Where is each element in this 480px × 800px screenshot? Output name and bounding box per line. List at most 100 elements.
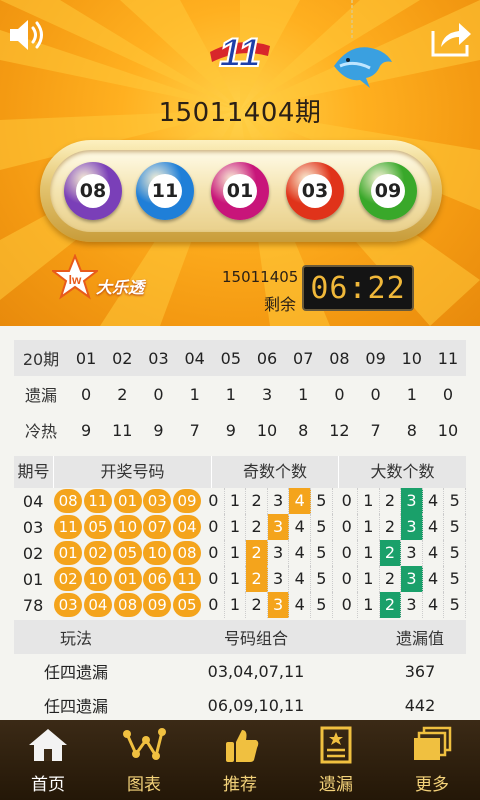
bottom-navigation: 首页 图表 推荐 遗漏 更多 <box>0 720 480 800</box>
big-count-cells: 012345 <box>336 488 466 514</box>
big-count-cell: 3 <box>401 592 423 618</box>
combo-play: 任四遗漏 <box>43 697 108 716</box>
chart-icon <box>123 728 166 760</box>
stats-number-header: 07 <box>293 348 314 368</box>
odd-count-cell: 4 <box>289 540 312 566</box>
stats-number-header: 02 <box>112 348 133 368</box>
big-count-cell: 4 <box>423 488 445 514</box>
history-ball: 10 <box>113 515 142 539</box>
stats-row-label: 冷热 <box>24 422 57 441</box>
speaker-icon <box>10 20 43 50</box>
big-count-cell: 2 <box>380 566 402 592</box>
lotto-type-logo[interactable]: lw 大乐透 <box>52 254 152 300</box>
odd-count-cell: 3 <box>268 566 290 592</box>
odd-count-cells: 012345 <box>203 488 333 514</box>
stats-value: 0 <box>334 384 345 404</box>
combo-miss-table: 玩法 号码组合 遗漏值 任四遗漏 03,04,07,11 367 任四遗漏 06… <box>14 620 466 722</box>
odd-count-cell: 0 <box>203 566 225 592</box>
dolphin-pendant-icon[interactable] <box>326 0 396 92</box>
stats-number-header: 10 <box>401 348 422 368</box>
big-count-cell: 0 <box>336 592 359 618</box>
history-issue: 01 <box>22 569 44 589</box>
stats-value: 1 <box>225 384 236 404</box>
stats-value: 1 <box>189 384 200 404</box>
more-icon <box>414 726 452 760</box>
history-ball: 04 <box>83 593 112 617</box>
combo-row[interactable]: 任四遗漏 03,04,07,11 367 <box>14 654 466 688</box>
big-count-cell: 5 <box>444 514 466 540</box>
odd-count-cell: 4 <box>289 488 312 514</box>
odd-count-cell: 2 <box>246 566 268 592</box>
stats-value: 7 <box>370 420 381 440</box>
lotto-name: 大乐透 <box>96 278 145 297</box>
history-ball: 09 <box>173 489 202 513</box>
history-ball: 11 <box>54 515 83 539</box>
odd-count-cell: 5 <box>311 514 333 540</box>
stats-value: 10 <box>437 420 459 440</box>
history-ball: 11 <box>173 567 202 591</box>
odd-count-cell: 0 <box>203 488 225 514</box>
history-col-issue: 期号 <box>14 456 54 488</box>
svg-text:lw: lw <box>69 273 82 287</box>
big-count-cells: 012345 <box>336 566 466 592</box>
nav-item-recommend[interactable]: 推荐 <box>192 720 288 800</box>
nav-item-chart[interactable]: 图表 <box>96 720 192 800</box>
stats-number-header: 09 <box>365 348 386 368</box>
countdown-timer: 06:22 <box>302 265 414 311</box>
big-count-cell: 3 <box>401 566 423 592</box>
history-ball: 08 <box>113 593 142 617</box>
odd-count-cell: 4 <box>289 566 312 592</box>
history-issue: 78 <box>22 595 44 615</box>
history-col-odd: 奇数个数 <box>212 456 339 488</box>
history-ball: 03 <box>54 593 83 617</box>
big-count-cell: 0 <box>336 488 359 514</box>
odd-count-cell: 3 <box>268 488 290 514</box>
stats-value: 3 <box>261 384 273 404</box>
history-row: 03 11 05 10 07 04 0 1 2 3 4 5 0 1 2 3 4 5 <box>14 514 466 540</box>
history-ball: 01 <box>113 489 142 513</box>
odd-count-cell: 5 <box>311 566 333 592</box>
odd-count-cell: 5 <box>311 592 333 618</box>
odd-count-cell: 1 <box>225 592 247 618</box>
odd-count-cell: 5 <box>311 540 333 566</box>
big-count-cell: 5 <box>444 566 466 592</box>
big-count-cell: 4 <box>423 514 445 540</box>
big-count-cell: 5 <box>444 488 466 514</box>
combo-row[interactable]: 任四遗漏 06,09,10,11 442 <box>14 688 466 722</box>
odd-count-cell: 2 <box>246 514 268 540</box>
combo-miss-value: 442 <box>404 695 436 715</box>
history-issue: 03 <box>22 517 44 537</box>
document-icon <box>320 726 352 764</box>
nav-item-home[interactable]: 首页 <box>0 720 96 800</box>
nav-item-more[interactable]: 更多 <box>384 720 480 800</box>
history-ball: 04 <box>173 515 202 539</box>
nav-label: 推荐 <box>223 775 257 795</box>
big-count-cells: 012345 <box>336 540 466 566</box>
big-count-cell: 3 <box>401 514 423 540</box>
stats-value: 9 <box>81 420 92 440</box>
big-count-cell: 1 <box>358 488 380 514</box>
home-icon <box>29 729 67 761</box>
history-balls: 02 10 01 06 11 <box>52 567 203 591</box>
odd-count-cell: 1 <box>225 514 247 540</box>
nav-item-miss[interactable]: 遗漏 <box>288 720 384 800</box>
share-button[interactable] <box>424 14 478 62</box>
history-ball: 05 <box>173 593 202 617</box>
stats-header-row: 20期 01 02 03 04 05 06 07 08 09 10 11 <box>14 340 466 376</box>
odd-count-cell: 1 <box>225 566 247 592</box>
big-count-cell: 1 <box>358 540 380 566</box>
big-count-cell: 2 <box>380 488 402 514</box>
odd-count-cell: 2 <box>246 592 268 618</box>
history-ball: 02 <box>83 541 112 565</box>
winning-ball: 09 <box>359 162 417 220</box>
share-icon <box>431 23 471 57</box>
odd-count-cell: 0 <box>203 514 225 540</box>
stats-number-header: 06 <box>256 348 278 368</box>
big-count-cell: 2 <box>380 514 402 540</box>
winning-ball: 08 <box>64 162 122 220</box>
history-ball: 01 <box>113 567 142 591</box>
sound-toggle-button[interactable] <box>4 14 52 56</box>
stats-value: 12 <box>329 420 350 440</box>
combo-miss-value: 367 <box>404 661 436 681</box>
next-issue-number: 15011405 <box>222 268 299 286</box>
